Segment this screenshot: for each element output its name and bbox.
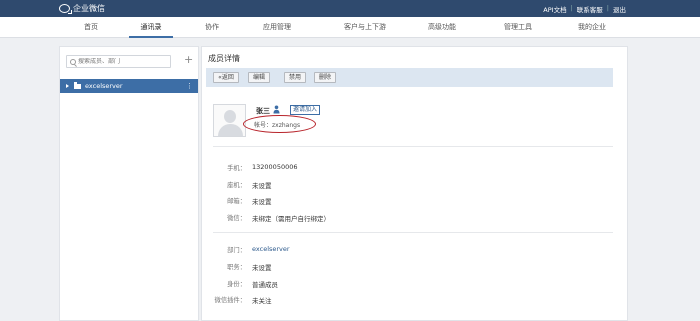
avatar-body-shape xyxy=(218,124,243,136)
api-docs-link[interactable]: API文档 xyxy=(539,4,570,14)
search-box[interactable] xyxy=(66,55,171,68)
position-value: 未设置 xyxy=(252,264,272,272)
app-logo[interactable]: 企业微信 xyxy=(59,3,105,14)
department-name: excelserver xyxy=(85,82,123,90)
back-button[interactable]: «返回 xyxy=(213,72,239,83)
avatar xyxy=(213,104,246,137)
nav-my-company[interactable]: 我的企业 xyxy=(571,17,613,38)
department-label: 部门： xyxy=(227,247,246,254)
member-detail-panel: 成员详情 «返回 编辑 禁用 删除 张三 邀请加入 帐号：zxzhangs 手机… xyxy=(201,46,628,321)
nav-collaboration[interactable]: 协作 xyxy=(198,17,226,38)
person-icon xyxy=(273,105,280,114)
wecom-logo-icon xyxy=(59,4,72,14)
top-bar: 企业微信 API文档 | 联系客服 | 退出 xyxy=(0,0,700,17)
department-value[interactable]: excelserver xyxy=(252,245,290,253)
role-value: 普通成员 xyxy=(252,281,278,289)
department-panel: + excelserver ⋮ xyxy=(59,46,199,321)
folder-icon xyxy=(74,82,81,89)
role-label: 身份： xyxy=(227,281,246,288)
avatar-head-shape xyxy=(224,110,236,123)
top-links: API文档 | 联系客服 | 退出 xyxy=(539,4,630,14)
landline-label: 座机： xyxy=(227,182,246,189)
nav-advanced[interactable]: 高级功能 xyxy=(421,17,463,38)
divider xyxy=(213,146,613,147)
search-input[interactable] xyxy=(78,58,168,65)
delete-button[interactable]: 删除 xyxy=(314,72,336,83)
nav-app-management[interactable]: 应用管理 xyxy=(252,17,302,38)
landline-value: 未设置 xyxy=(252,182,272,190)
department-tree-item[interactable]: excelserver ⋮ xyxy=(60,79,198,93)
invite-button[interactable]: 邀请加入 xyxy=(290,105,321,115)
annotation-circle xyxy=(243,115,316,133)
contact-support-link[interactable]: 联系客服 xyxy=(573,4,607,14)
toolbar: «返回 编辑 禁用 删除 xyxy=(206,68,613,87)
email-value: 未设置 xyxy=(252,198,272,206)
phone-value: 13200050006 xyxy=(252,163,298,171)
divider xyxy=(213,232,613,233)
add-button[interactable]: + xyxy=(184,53,193,67)
email-label: 邮箱： xyxy=(227,198,246,205)
wechat-label: 微信： xyxy=(227,215,246,222)
nav-customers-partners[interactable]: 客户与上下游 xyxy=(333,17,397,38)
search-icon xyxy=(70,58,76,65)
disable-button[interactable]: 禁用 xyxy=(284,72,306,83)
main-nav: 首页 通讯录 协作 应用管理 客户与上下游 高级功能 管理工具 我的企业 xyxy=(0,17,700,38)
phone-label: 手机： xyxy=(227,165,246,172)
nav-home[interactable]: 首页 xyxy=(77,17,105,38)
app-title: 企业微信 xyxy=(73,4,105,13)
nav-admin-tools[interactable]: 管理工具 xyxy=(497,17,539,38)
wechat-value: 未绑定（需用户自行绑定） xyxy=(252,215,330,223)
wechat-plugin-label: 微信插件： xyxy=(214,297,246,304)
page-title: 成员详情 xyxy=(208,54,240,63)
more-options-icon[interactable]: ⋮ xyxy=(186,79,193,93)
logout-link[interactable]: 退出 xyxy=(609,4,630,14)
position-label: 职务： xyxy=(227,264,246,271)
nav-contacts[interactable]: 通讯录 xyxy=(129,17,173,38)
edit-button[interactable]: 编辑 xyxy=(248,72,270,83)
wechat-plugin-value: 未关注 xyxy=(252,297,272,305)
expand-arrow-icon[interactable] xyxy=(66,84,69,88)
